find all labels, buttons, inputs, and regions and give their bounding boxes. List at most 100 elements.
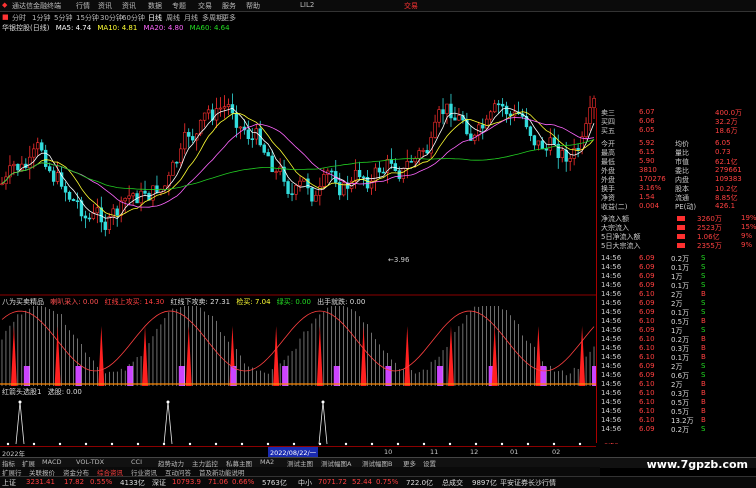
menu-item[interactable]: 资讯	[122, 1, 136, 11]
indicator1-chart[interactable]	[0, 306, 596, 386]
ind2-base-dot	[214, 442, 218, 446]
kline-chart[interactable]: ←3.96	[0, 34, 596, 296]
ind2-base-dot	[474, 442, 478, 446]
ind2-base-dot	[6, 442, 10, 446]
period-button[interactable]: 5分钟	[54, 13, 72, 23]
status-idx1-chg: 17.82	[64, 478, 85, 486]
tick-time: 14:56	[601, 344, 622, 352]
indicator-tab[interactable]: CCI	[131, 458, 142, 466]
ind1-purple-bar	[540, 366, 547, 386]
ma5-label: MA5: 4.74	[55, 24, 92, 32]
stat-label: PE(动)	[675, 203, 697, 211]
period-button[interactable]: 1分钟	[32, 13, 50, 23]
menu-item[interactable]: 专题	[172, 1, 186, 11]
ind1-purple-bar	[127, 366, 134, 386]
ind2-dot	[321, 400, 325, 404]
tick-time: 14:56	[601, 317, 622, 325]
tick-price: 6.09	[639, 326, 655, 334]
tick-price: 6.09	[639, 425, 655, 433]
tick-side: S	[701, 281, 706, 289]
stat-value: 170276	[639, 175, 666, 183]
stat-value: 6.05	[715, 139, 731, 147]
status-idx3-pct: 0.75%	[376, 478, 399, 486]
period-button[interactable]: 30分钟	[100, 13, 123, 23]
quote-panel: 卖三 6.07 400.0万 买四 6.06 32.2万 买五 6.05 18.6万 今开 5.92…	[596, 108, 756, 443]
flow-bar	[677, 225, 685, 230]
period-button[interactable]: 更多	[222, 13, 236, 23]
stat-value: 5.90	[639, 157, 655, 165]
period-button[interactable]: 月线	[184, 13, 198, 23]
tick-side: S	[701, 308, 706, 316]
refresh-icon[interactable]: ■	[2, 13, 9, 21]
period-button[interactable]: 60分钟	[122, 13, 145, 23]
period-button[interactable]: 分时	[12, 13, 26, 23]
menu-item[interactable]: 行情	[76, 1, 90, 11]
tick-time: 14:56	[601, 362, 622, 370]
tick-side: B	[701, 317, 706, 325]
ind2-base-dot	[292, 442, 296, 446]
tick-time: 14:56	[601, 281, 622, 289]
stat-label: 收益(二)	[601, 203, 628, 211]
trade-button[interactable]: 交易	[404, 1, 418, 11]
low-marker: ←3.96	[388, 256, 410, 264]
stat-value: 3.16%	[639, 184, 662, 192]
menu-item[interactable]: 交易	[198, 1, 212, 11]
menu-item[interactable]: 资讯	[98, 1, 112, 11]
flow-bar	[677, 216, 685, 221]
tick-price: 6.09	[639, 308, 655, 316]
menu-item[interactable]: 帮助	[246, 1, 260, 11]
indicator-tab[interactable]: VOL-TDX	[76, 458, 104, 466]
app-logo-icon: ◆	[2, 1, 8, 9]
ind2-base-dot	[552, 442, 556, 446]
period-button[interactable]: 15分钟	[76, 13, 99, 23]
menu-item[interactable]: 数据	[148, 1, 162, 11]
ind2-base-dot	[84, 442, 88, 446]
ind2-base-dot	[32, 442, 36, 446]
date-tick: 01	[510, 448, 519, 456]
tick-side: S	[701, 425, 706, 433]
indicator1-item: 出手就跌: 0.00	[317, 298, 366, 306]
tick-side: S	[701, 254, 706, 262]
tick-price: 6.09	[639, 299, 655, 307]
tick-time: 14:56	[601, 398, 622, 406]
tick-time: 14:56	[601, 407, 622, 415]
tick-time: 14:56	[601, 425, 622, 433]
indicator-tab[interactable]: MACD	[42, 458, 61, 466]
ind2-base-dot	[240, 442, 244, 446]
stat-value: 279661	[715, 166, 742, 174]
stat-value: 0.73	[715, 148, 731, 156]
tick-side: S	[701, 326, 706, 334]
app-title: 通达信金融终端	[12, 2, 61, 10]
quote-price: 6.06	[639, 117, 655, 125]
date-tick: 11	[430, 448, 439, 456]
indicator2-chart[interactable]	[0, 396, 596, 446]
tick-side: S	[701, 299, 706, 307]
quote-vol: 18.6万	[715, 127, 738, 135]
period-bar: ■ 分时 1分钟 5分钟 15分钟 30分钟 60分钟 日线 周线 月线 多周期…	[0, 12, 756, 23]
quote-price: 6.05	[639, 126, 655, 134]
ma60-label: MA60: 4.64	[189, 24, 230, 32]
period-button[interactable]: 多周期	[202, 13, 223, 23]
indicator1-item: 红线下攻卖: 27.31	[170, 298, 231, 306]
ind2-base-dot	[266, 442, 270, 446]
period-button[interactable]: 周线	[166, 13, 180, 23]
stock-name: 华银控股(日线)	[2, 24, 50, 32]
status-idx2-chg: 71.06	[208, 478, 229, 486]
period-button-active[interactable]: 日线	[148, 13, 162, 23]
tick-price: 6.10	[639, 407, 655, 415]
menu-item[interactable]: 服务	[222, 1, 236, 11]
ind2-dot	[166, 400, 170, 404]
ind1-purple-bar	[23, 366, 30, 386]
title-bar: ◆ 通达信金融终端 行情 资讯 资讯 数据 专题 交易 服务 帮助 LIL2 交…	[0, 0, 756, 12]
ind2-base-dot	[318, 442, 322, 446]
indicator-tab[interactable]: MA2	[260, 458, 274, 466]
stat-value: 1.54	[639, 193, 655, 201]
tick-time: 14:56	[601, 326, 622, 334]
stat-value: 3810	[639, 166, 657, 174]
ind2-base-dot	[188, 442, 192, 446]
indicator2-item: 选股: 0.00	[47, 388, 82, 396]
status-idx3-chg: 52.44	[352, 478, 373, 486]
flow-pct: 15%	[741, 223, 756, 231]
stat-value: 5.92	[639, 139, 655, 147]
indicator1-item: 绿买: 0.00	[276, 298, 311, 306]
